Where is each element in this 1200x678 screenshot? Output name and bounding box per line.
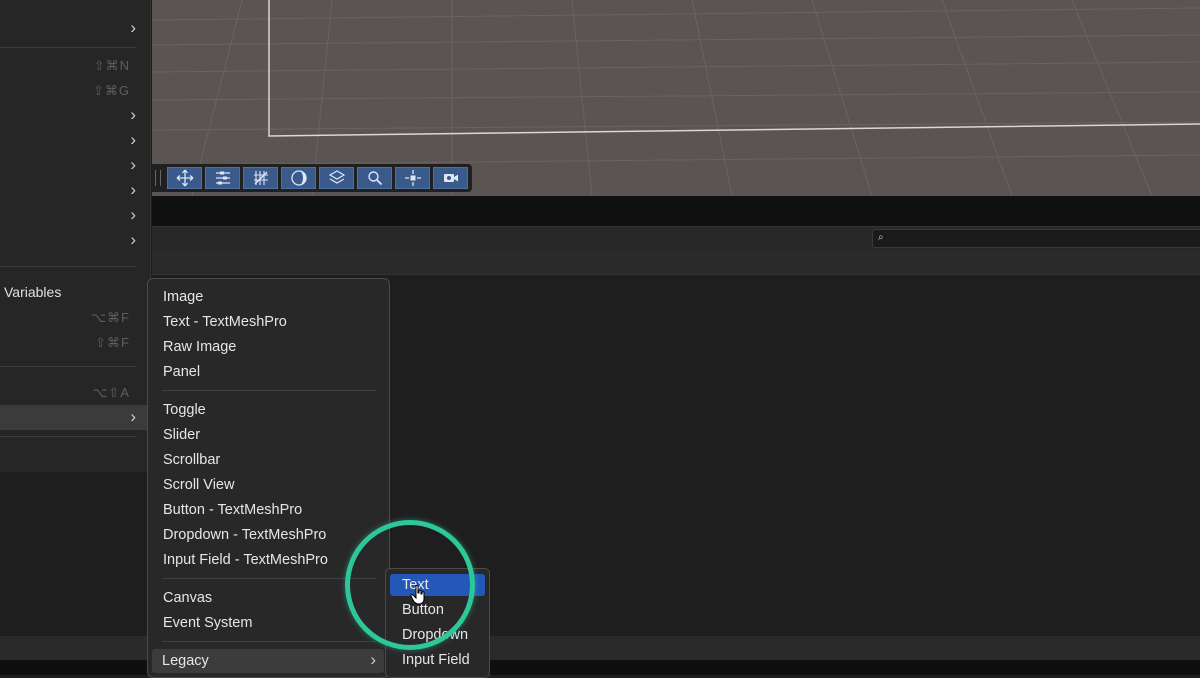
left-menu-row[interactable]: ⌥⌘F [0, 305, 148, 330]
scene-toolbar [152, 164, 472, 192]
chevron-right-icon: › [130, 230, 136, 249]
left-menu-row[interactable]: › [0, 128, 148, 153]
camera-icon[interactable] [433, 167, 468, 189]
left-menu-row[interactable]: › [0, 16, 148, 41]
divider [0, 266, 136, 267]
menu-item-slider[interactable]: Slider [163, 427, 200, 443]
left-menu-row[interactable]: ⇧⌘G [0, 78, 148, 103]
chevron-right-icon: › [130, 407, 136, 426]
menu-item-button-textmeshpro[interactable]: Button - TextMeshPro [163, 502, 302, 518]
left-menu-row[interactable]: ⌥⇧A [0, 380, 148, 405]
rect-tool-icon[interactable] [205, 167, 240, 189]
menu-divider [162, 578, 376, 579]
chevron-right-icon: › [130, 155, 136, 174]
left-menu-row[interactable]: ⇧⌘N [0, 53, 148, 78]
chevron-right-icon: › [130, 130, 136, 149]
mouse-pointer-icon [410, 585, 425, 605]
divider [0, 436, 136, 437]
move-tool-icon[interactable] [167, 167, 202, 189]
grid-snap-icon[interactable] [243, 167, 278, 189]
chevron-right-icon: › [130, 105, 136, 124]
menu-item-label: Variables [4, 284, 62, 300]
submenu-item-label: Input Field [402, 652, 470, 668]
layers-icon[interactable] [319, 167, 354, 189]
menu-item-canvas[interactable]: Canvas [163, 590, 212, 606]
divider [0, 366, 136, 367]
menu-divider [162, 641, 376, 642]
left-menu-row[interactable]: ⇧⌘F [0, 330, 148, 355]
menu-item-panel[interactable]: Panel [163, 364, 200, 380]
shortcut-label: ⌥⇧A [92, 385, 130, 400]
project-search-input[interactable]: ⌕ [872, 229, 1200, 248]
left-menu-row-variables[interactable]: Variables [0, 280, 148, 305]
left-menu-row[interactable]: › [0, 103, 148, 128]
menu-item-scrollbar[interactable]: Scrollbar [163, 452, 220, 468]
left-menu-row[interactable]: › [0, 153, 148, 178]
menu-item-dropdown-textmeshpro[interactable]: Dropdown - TextMeshPro [163, 527, 326, 543]
menu-item-raw-image[interactable]: Raw Image [163, 339, 236, 355]
hierarchy-menu-panel: › ⇧⌘N ⇧⌘G › › › › › › Variables ⌥⌘F ⇧⌘F … [0, 0, 151, 472]
toolbar-drag-handle[interactable] [155, 170, 161, 186]
left-menu-row-ui[interactable]: › [0, 405, 148, 430]
divider [0, 47, 136, 48]
chevron-right-icon: › [370, 650, 376, 669]
shading-icon[interactable] [281, 167, 316, 189]
left-menu-row[interactable]: › [0, 228, 148, 253]
menu-item-event-system[interactable]: Event System [163, 615, 252, 631]
transform-icon[interactable] [395, 167, 430, 189]
search-icon: ⌕ [878, 232, 884, 243]
left-menu-row[interactable]: › [0, 178, 148, 203]
chevron-right-icon: › [130, 205, 136, 224]
project-panel-toolbar [152, 250, 1200, 275]
chevron-right-icon: › [130, 180, 136, 199]
menu-item-input-field-textmeshpro[interactable]: Input Field - TextMeshPro [163, 552, 328, 568]
scene-footer-bar [152, 196, 1200, 226]
menu-divider [162, 390, 376, 391]
shortcut-label: ⇧⌘G [92, 83, 130, 98]
submenu-item-input-field[interactable]: Input Field [390, 649, 485, 671]
menu-item-toggle[interactable]: Toggle [163, 402, 206, 418]
menu-item-label: Legacy [162, 653, 209, 669]
shortcut-label: ⇧⌘N [93, 58, 130, 73]
shortcut-label: ⇧⌘F [95, 335, 130, 350]
menu-item-text-textmeshpro[interactable]: Text - TextMeshPro [163, 314, 287, 330]
chevron-right-icon: › [130, 18, 136, 37]
menu-item-image[interactable]: Image [163, 289, 203, 305]
shortcut-label: ⌥⌘F [91, 310, 130, 325]
zoom-icon[interactable] [357, 167, 392, 189]
menu-item-scroll-view[interactable]: Scroll View [163, 477, 234, 493]
left-menu-row[interactable]: › [0, 203, 148, 228]
menu-item-legacy[interactable]: Legacy › [152, 649, 384, 673]
